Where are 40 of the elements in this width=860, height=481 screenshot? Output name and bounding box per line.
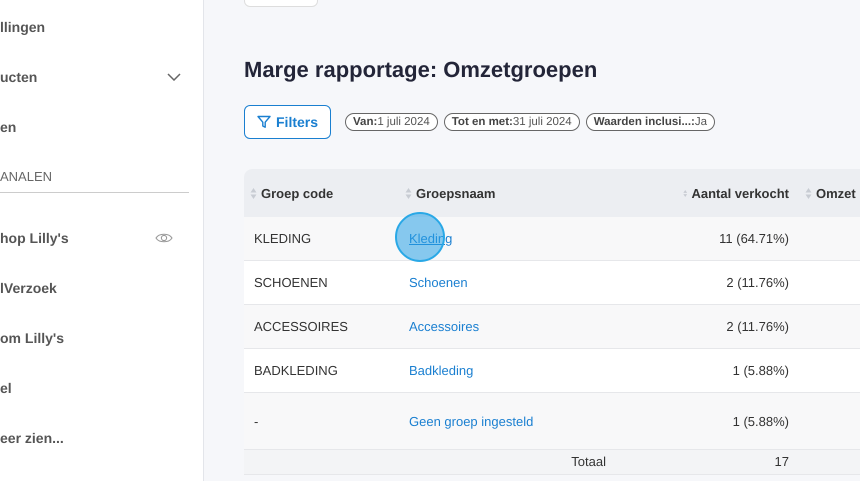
sort-icon[interactable] xyxy=(250,186,257,200)
section-heading: ANALEN xyxy=(0,168,189,193)
group-link[interactable]: Schoenen xyxy=(409,275,468,290)
filter-icon xyxy=(257,115,271,129)
sort-icon[interactable] xyxy=(805,186,812,200)
table-cell: - xyxy=(254,414,258,428)
table-cell: BADKLEDING xyxy=(254,363,338,378)
sidebar-item[interactable]: lVerzoek xyxy=(0,278,57,298)
column-header[interactable]: Groep code xyxy=(261,186,334,200)
table-cell: KLEDING xyxy=(254,231,312,246)
filters-button[interactable]: Filters xyxy=(244,105,332,139)
table-cell: 1 (5.88%) xyxy=(732,414,789,428)
filter-chip[interactable]: Van:1 juli 2024 xyxy=(345,113,438,131)
filter-chip[interactable]: Tot en met:31 juli 2024 xyxy=(444,113,580,131)
sidebar-item[interactable]: eer zien... xyxy=(0,428,64,448)
sidebar-item[interactable]: ucten xyxy=(0,67,38,87)
sidebar-item[interactable]: en xyxy=(0,117,16,137)
column-header[interactable]: Groepsnaam xyxy=(416,186,496,200)
sidebar-item[interactable]: hop Lilly's xyxy=(0,228,69,248)
table-cell: 11 (64.71%) xyxy=(719,231,789,246)
page-title: Marge rapportage: Omzetgroepen xyxy=(244,57,598,83)
total-value: 17 xyxy=(774,455,789,469)
eye-icon[interactable] xyxy=(155,232,173,244)
chevron-down-icon[interactable] xyxy=(167,73,181,81)
sort-icon[interactable] xyxy=(405,186,412,200)
total-label: Totaal xyxy=(571,455,606,469)
column-header[interactable]: Aantal verkocht xyxy=(691,186,789,200)
sidebar-item[interactable]: llingen xyxy=(0,17,46,37)
sidebar-item[interactable]: om Lilly's xyxy=(0,328,64,348)
table-cell: 2 (11.76%) xyxy=(726,275,789,290)
filter-chip[interactable]: Waarden inclusi...:Ja xyxy=(586,113,716,131)
table-cell: SCHOENEN xyxy=(254,275,328,290)
table-cell: ACCESSOIRES xyxy=(254,319,348,334)
group-link[interactable]: Badkleding xyxy=(409,363,474,378)
table-cell: 1 (5.88%) xyxy=(732,363,789,378)
group-link[interactable]: Accessoires xyxy=(409,319,480,334)
column-header[interactable]: Omzet xyxy=(816,186,856,200)
group-link[interactable]: Geen groep ingesteld xyxy=(409,414,534,428)
table-cell: 2 (11.76%) xyxy=(726,319,789,334)
sidebar-item[interactable]: el xyxy=(0,378,12,398)
